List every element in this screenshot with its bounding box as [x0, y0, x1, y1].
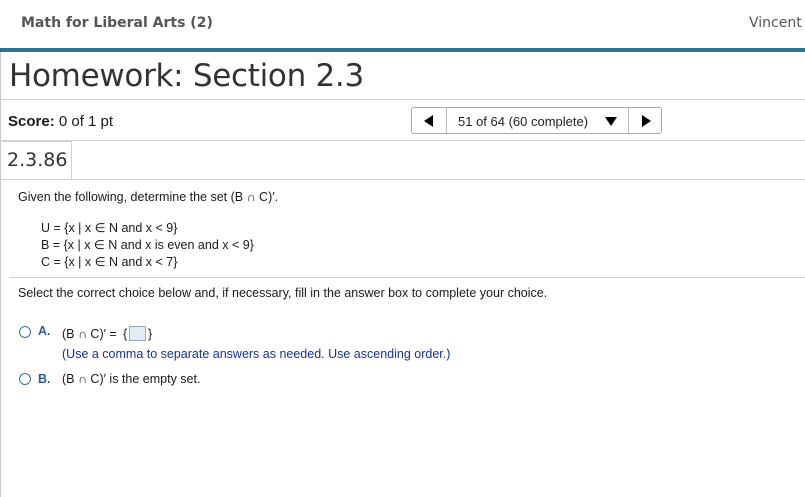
- triangle-left-icon[interactable]: [412, 108, 447, 133]
- score: Score: 0 of 1 pt: [8, 113, 113, 130]
- question-selector-dropdown[interactable]: 51 of 64 (60 complete): [447, 108, 628, 133]
- choice-b-letter: B.: [38, 372, 51, 386]
- divider: [0, 179, 805, 180]
- question-id: 2.3.86: [7, 149, 68, 171]
- choice-b-text: (B ∩ C)′ is the empty set.: [62, 372, 201, 386]
- choice-b-radio[interactable]: [19, 373, 31, 385]
- course-title[interactable]: Math for Liberal Arts (2): [21, 15, 213, 31]
- score-value: 0 of 1 pt: [58, 113, 114, 130]
- question-navigator: 51 of 64 (60 complete): [411, 107, 662, 134]
- question-counter: 51 of 64 (60 complete): [458, 114, 589, 129]
- user-name[interactable]: Vincent T: [749, 15, 805, 31]
- set-definition-c: C = {x | x ∈ N and x < 7}: [41, 255, 178, 269]
- header-accent-line: [0, 48, 805, 52]
- divider: [0, 99, 805, 100]
- choice-a-letter: A.: [38, 324, 51, 338]
- left-border: [0, 0, 1, 497]
- answer-hint: (Use a comma to separate answers as need…: [62, 347, 451, 361]
- score-label: Score:: [8, 113, 55, 130]
- question-prompt: Given the following, determine the set (…: [18, 190, 279, 204]
- choice-a-radio[interactable]: [19, 326, 31, 338]
- answer-input-box[interactable]: [129, 326, 146, 341]
- divider: [9, 277, 805, 278]
- divider: [0, 140, 805, 141]
- triangle-right-icon[interactable]: [628, 108, 663, 133]
- caret-down-icon: [605, 117, 617, 126]
- brace-close: }: [148, 327, 153, 341]
- brace-open: {: [123, 327, 128, 341]
- top-bar: Math for Liberal Arts (2) Vincent T: [0, 0, 805, 48]
- choice-a-text: (B ∩ C)′ =: [62, 327, 117, 341]
- homework-title: Homework: Section 2.3: [9, 58, 364, 94]
- instruction-text: Select the correct choice below and, if …: [18, 286, 548, 300]
- set-definition-u: U = {x | x ∈ N and x < 9}: [41, 221, 178, 235]
- set-definition-b: B = {x | x ∈ N and x is even and x < 9}: [41, 238, 254, 252]
